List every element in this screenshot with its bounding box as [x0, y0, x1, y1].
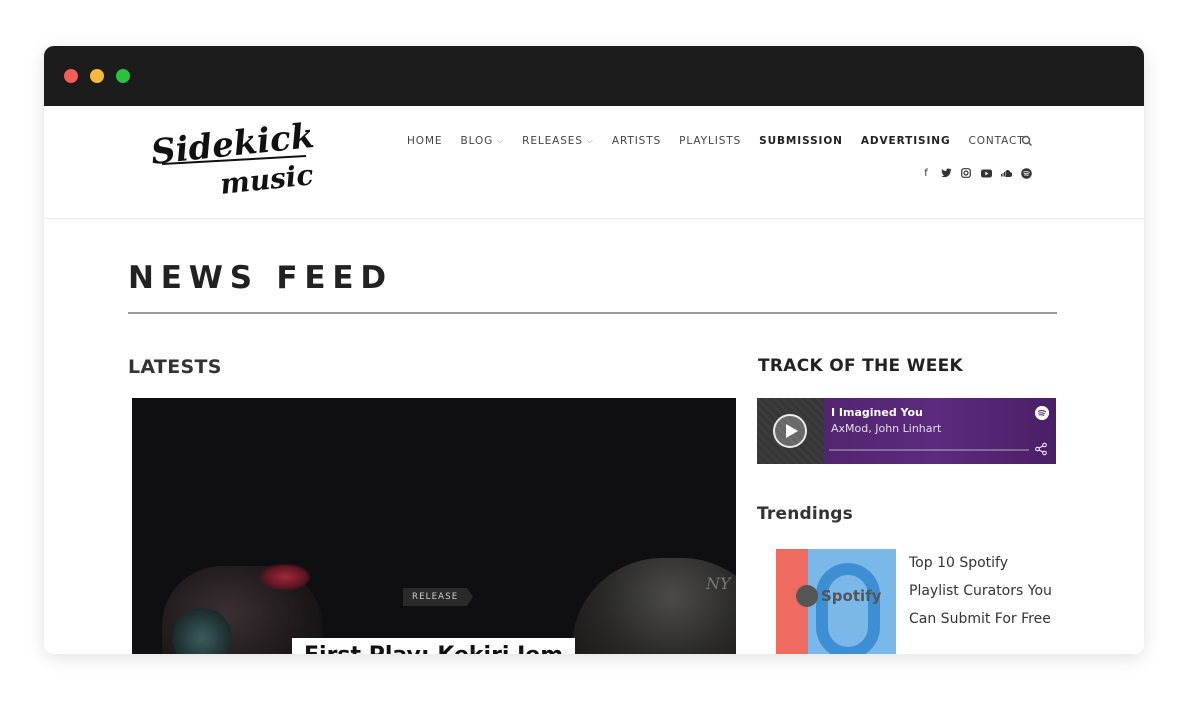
youtube-icon[interactable]	[980, 167, 992, 179]
close-window-button[interactable]	[64, 69, 78, 83]
page-title: NEWS FEED	[128, 260, 393, 296]
play-button[interactable]	[773, 414, 807, 448]
artist-photo-right	[572, 558, 736, 654]
nav-playlists-label: PLAYLISTS	[679, 135, 742, 147]
nav-contact-label: CONTACT	[968, 135, 1025, 147]
twitter-icon[interactable]	[940, 167, 952, 179]
maximize-window-button[interactable]	[116, 69, 130, 83]
nav-releases-label: RELEASES	[522, 135, 583, 147]
nav-home[interactable]: HOME	[407, 135, 442, 147]
nav-blog[interactable]: BLOG ⌵	[460, 135, 504, 147]
trend-item-title[interactable]: Top 10 Spotify Playlist Curators You Can…	[909, 549, 1059, 633]
spotify-player: I Imagined You AxMod, John Linhart	[757, 398, 1056, 464]
category-tag[interactable]: RELEASE	[403, 588, 474, 606]
browser-window: Sidekick music HOME BLOG ⌵ RELEASES ⌵ ARTI…	[44, 46, 1144, 654]
thumb-spotify-label: Spotify	[821, 587, 882, 605]
share-icon[interactable]	[1034, 442, 1048, 456]
nav-blog-label: BLOG	[460, 135, 494, 147]
title-divider	[128, 312, 1057, 314]
track-artist[interactable]: AxMod, John Linhart	[831, 422, 941, 435]
track-progress-bar[interactable]	[829, 449, 1029, 451]
chevron-down-icon: ⌵	[586, 136, 594, 145]
facebook-icon[interactable]: f	[920, 167, 932, 179]
spotify-icon[interactable]	[1020, 167, 1032, 179]
featured-post-card[interactable]: NY RELEASE First Play: Kekiri Jem	[132, 398, 736, 654]
minimize-window-button[interactable]	[90, 69, 104, 83]
track-title[interactable]: I Imagined You	[831, 406, 923, 419]
nav-submission[interactable]: SUBMISSION	[759, 135, 843, 147]
track-of-week-heading: TRACK OF THE WEEK	[758, 356, 963, 376]
spotify-logo-icon[interactable]	[1035, 406, 1049, 420]
featured-post-title[interactable]: First Play: Kekiri Jem	[304, 643, 563, 654]
search-icon[interactable]	[1020, 134, 1034, 148]
trend-thumbnail[interactable]: Spotify	[776, 549, 896, 654]
title-bar	[44, 46, 1144, 106]
thumb-graphic-zero	[816, 563, 880, 654]
play-icon	[785, 424, 798, 438]
trendings-heading: Trendings	[757, 504, 853, 524]
latests-heading: LATESTS	[128, 356, 222, 378]
nav-artists[interactable]: ARTISTS	[612, 135, 661, 147]
chevron-down-icon: ⌵	[497, 136, 505, 145]
artist-photo-flower	[260, 564, 310, 590]
nav-advertising-label: ADVERTISING	[860, 135, 951, 147]
nav-submission-label: SUBMISSION	[759, 135, 843, 147]
nav-home-label: HOME	[407, 135, 443, 147]
web-page: Sidekick music HOME BLOG ⌵ RELEASES ⌵ ARTI…	[44, 106, 1144, 654]
soundcloud-icon[interactable]	[1000, 167, 1012, 179]
thumb-spotify-logo: Spotify	[796, 585, 881, 607]
nav-artists-label: ARTISTS	[611, 135, 662, 147]
nav-advertising[interactable]: ADVERTISING	[861, 135, 951, 147]
cap-logo-image: NY	[706, 574, 731, 593]
main-nav: HOME BLOG ⌵ RELEASES ⌵ ARTISTS PLAYLISTS S…	[407, 135, 1043, 147]
site-header: Sidekick music HOME BLOG ⌵ RELEASES ⌵ ARTI…	[44, 106, 1144, 219]
nav-playlists[interactable]: PLAYLISTS	[679, 135, 741, 147]
nav-releases[interactable]: RELEASES ⌵	[522, 135, 594, 147]
social-links: f	[920, 167, 1032, 179]
instagram-icon[interactable]	[960, 167, 972, 179]
spotify-logo-icon	[796, 585, 818, 607]
featured-title-box: First Play: Kekiri Jem	[292, 638, 576, 654]
nav-contact[interactable]: CONTACT	[968, 135, 1024, 147]
site-logo[interactable]: Sidekick music	[148, 116, 318, 196]
